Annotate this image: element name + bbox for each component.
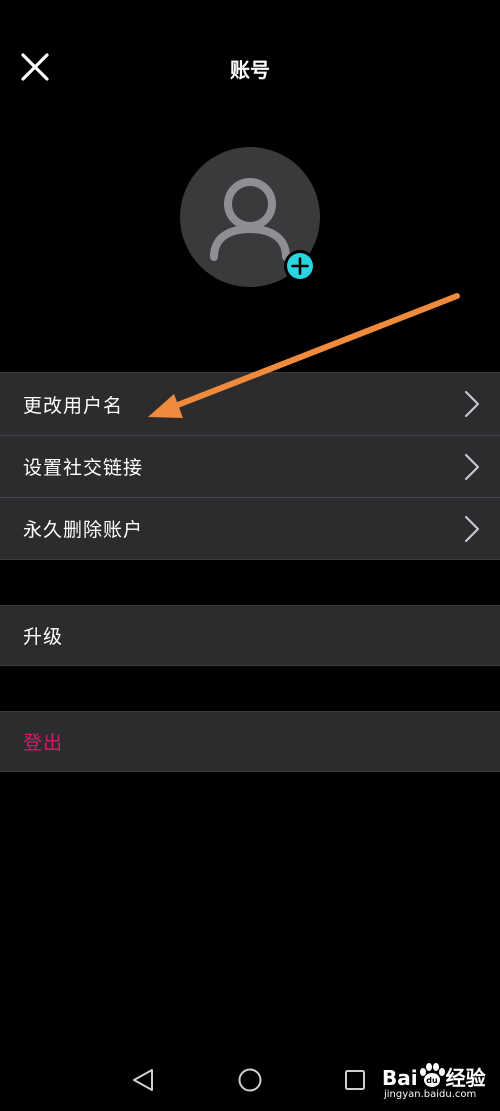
delete-account-label: 永久删除账户 (23, 519, 144, 541)
nav-recent-button[interactable] (335, 1060, 375, 1100)
svg-text:du: du (426, 1076, 438, 1085)
baidu-jingyan-watermark: Bai du 经验 jingyan.baidu.com (380, 1056, 498, 1106)
nav-back-button[interactable] (123, 1060, 163, 1100)
social-links-label: 设置社交链接 (23, 457, 144, 479)
recent-square-icon (345, 1070, 365, 1090)
watermark-domain: jingyan.baidu.com (384, 1089, 477, 1100)
page-title: 账号 (230, 58, 270, 82)
upgrade-label: 升级 (23, 626, 64, 648)
chevron-right-icon (464, 515, 480, 543)
watermark-brand: Bai du 经验 (382, 1062, 486, 1091)
plus-circle-icon (287, 253, 313, 279)
header: 账号 (0, 0, 500, 136)
chevron-right-icon (464, 390, 480, 418)
social-links-item[interactable]: 设置社交链接 (0, 435, 500, 497)
home-circle-icon (238, 1068, 262, 1092)
account-screen: 账号 更改用户名 设置社交链接 永久删除账户 升级 登出 Bai du 经验 j… (0, 0, 500, 1111)
nav-home-button[interactable] (230, 1060, 270, 1100)
logout-section: 登出 (0, 711, 500, 772)
back-triangle-icon (133, 1069, 153, 1091)
logout-label: 登出 (23, 732, 64, 754)
upgrade-section: 升级 (0, 605, 500, 666)
add-photo-button[interactable] (284, 250, 316, 282)
change-username-item[interactable]: 更改用户名 (0, 373, 500, 435)
logout-item[interactable]: 登出 (0, 712, 500, 771)
delete-account-item[interactable]: 永久删除账户 (0, 497, 500, 559)
paw-icon: du (419, 1063, 445, 1087)
account-options-list: 更改用户名 设置社交链接 永久删除账户 (0, 372, 500, 560)
upgrade-item[interactable]: 升级 (0, 606, 500, 665)
chevron-right-icon (464, 453, 480, 481)
change-username-label: 更改用户名 (23, 394, 124, 417)
